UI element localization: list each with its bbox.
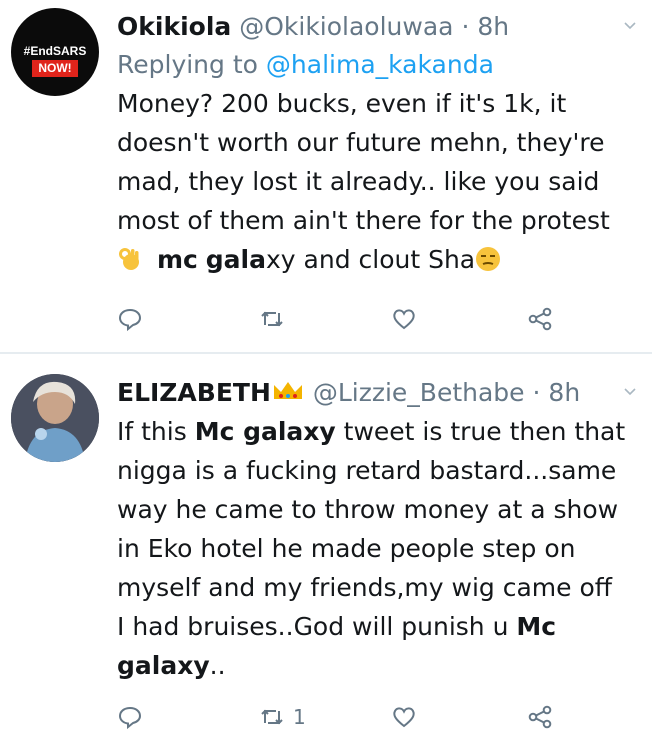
avatar-hashtag: #EndSARS [23,44,87,58]
text-line: I had bruises..God will punish u Mc [117,607,636,646]
display-name[interactable]: ELIZABETH [117,378,271,407]
avatar[interactable]: #EndSARS NOW! [11,8,99,96]
separator-dot: · [532,378,541,407]
like-button[interactable] [391,704,417,730]
text-segment: .. [209,651,226,680]
display-name[interactable]: Okikiola [117,12,231,41]
chevron-down-icon[interactable] [624,386,636,398]
tweet[interactable]: #EndSARS NOW! Okikiola @Okikiolaoluwaa ·… [0,0,652,352]
reply-icon [118,308,142,332]
retweet-icon [261,709,283,725]
text-line: galaxy.. [117,646,636,685]
mention-bold: galaxy [117,651,210,680]
retweet-icon [261,311,283,327]
text-line: mad, they lost it already.. like you sai… [117,167,600,196]
heart-icon [393,309,415,330]
text-line: way he came to throw money at a show [117,495,619,524]
text-line: most of them ain't there for the protest [117,206,610,235]
text-line: in Eko hotel he made people step on [117,534,576,563]
reply-button[interactable] [117,306,143,332]
retweet-count: 1 [293,705,306,729]
text-segment: tweet is true then that [335,417,626,446]
text-line: mc galaxy and clout Sha [117,240,636,279]
avatar[interactable] [11,374,99,462]
share-button[interactable] [527,306,553,332]
crown-emoji-icon [273,382,302,399]
tweet-header: ELIZABETH @Lizzie_Bethabe · 8h [117,374,636,412]
replying-to: Replying to @halima_kakanda [117,46,636,84]
avatar-badge: NOW! [32,60,78,77]
text-segment: xy and clout Sha [266,245,476,274]
separator-dot: · [461,12,470,41]
unamused-face-emoji-icon [476,247,501,271]
ok-hand-emoji-icon [119,248,139,270]
profile-photo-icon [11,374,99,462]
handle[interactable]: @Okikiolaoluwaa [239,12,453,41]
timestamp[interactable]: 8h [548,378,580,407]
tweet-header: Okikiola @Okikiolaoluwaa · 8h [117,8,636,46]
share-button[interactable] [527,704,553,730]
tweet-content: ELIZABETH @Lizzie_Bethabe · 8h If this M… [117,374,636,685]
like-button[interactable] [391,306,417,332]
mention-bold: gala [205,245,266,274]
tweet-text: If this Mc galaxy tweet is true then tha… [117,412,636,685]
handle[interactable]: @Lizzie_Bethabe [313,378,525,407]
reply-button[interactable] [117,704,143,730]
mention-bold: Mc [516,612,557,641]
text-line: myself and my friends,my wig came off [117,573,612,602]
text-line: If this Mc galaxy tweet is true then tha… [117,412,636,451]
text-line: nigga is a fucking retard bastard...same [117,456,617,485]
retweet-button[interactable]: 1 [259,704,306,730]
timestamp[interactable]: 8h [477,12,509,41]
tweet-actions [117,306,557,338]
tweet-actions: 1 [117,704,557,736]
share-icon [528,705,552,729]
chevron-down-icon[interactable] [624,20,636,32]
reply-icon [118,706,142,730]
heart-icon [393,707,415,728]
share-icon [528,307,552,331]
mention-bold: Mc galaxy [194,417,336,446]
retweet-button[interactable] [259,306,285,332]
text-line: doesn't worth our future mehn, they're [117,128,605,157]
text-segment: If this [117,417,195,446]
replying-label: Replying to [117,50,258,79]
tweet-content: Okikiola @Okikiolaoluwaa · 8h Replying t… [117,8,636,279]
tweet[interactable]: ELIZABETH @Lizzie_Bethabe · 8h If this M… [0,354,652,744]
mention-link[interactable]: @halima_kakanda [266,50,494,79]
tweet-text: Money? 200 bucks, even if it's 1k, it do… [117,84,636,279]
text-segment: I had bruises..God will punish u [117,612,517,641]
text-line: Money? 200 bucks, even if it's 1k, it [117,89,567,118]
mention-bold: mc [156,245,198,274]
